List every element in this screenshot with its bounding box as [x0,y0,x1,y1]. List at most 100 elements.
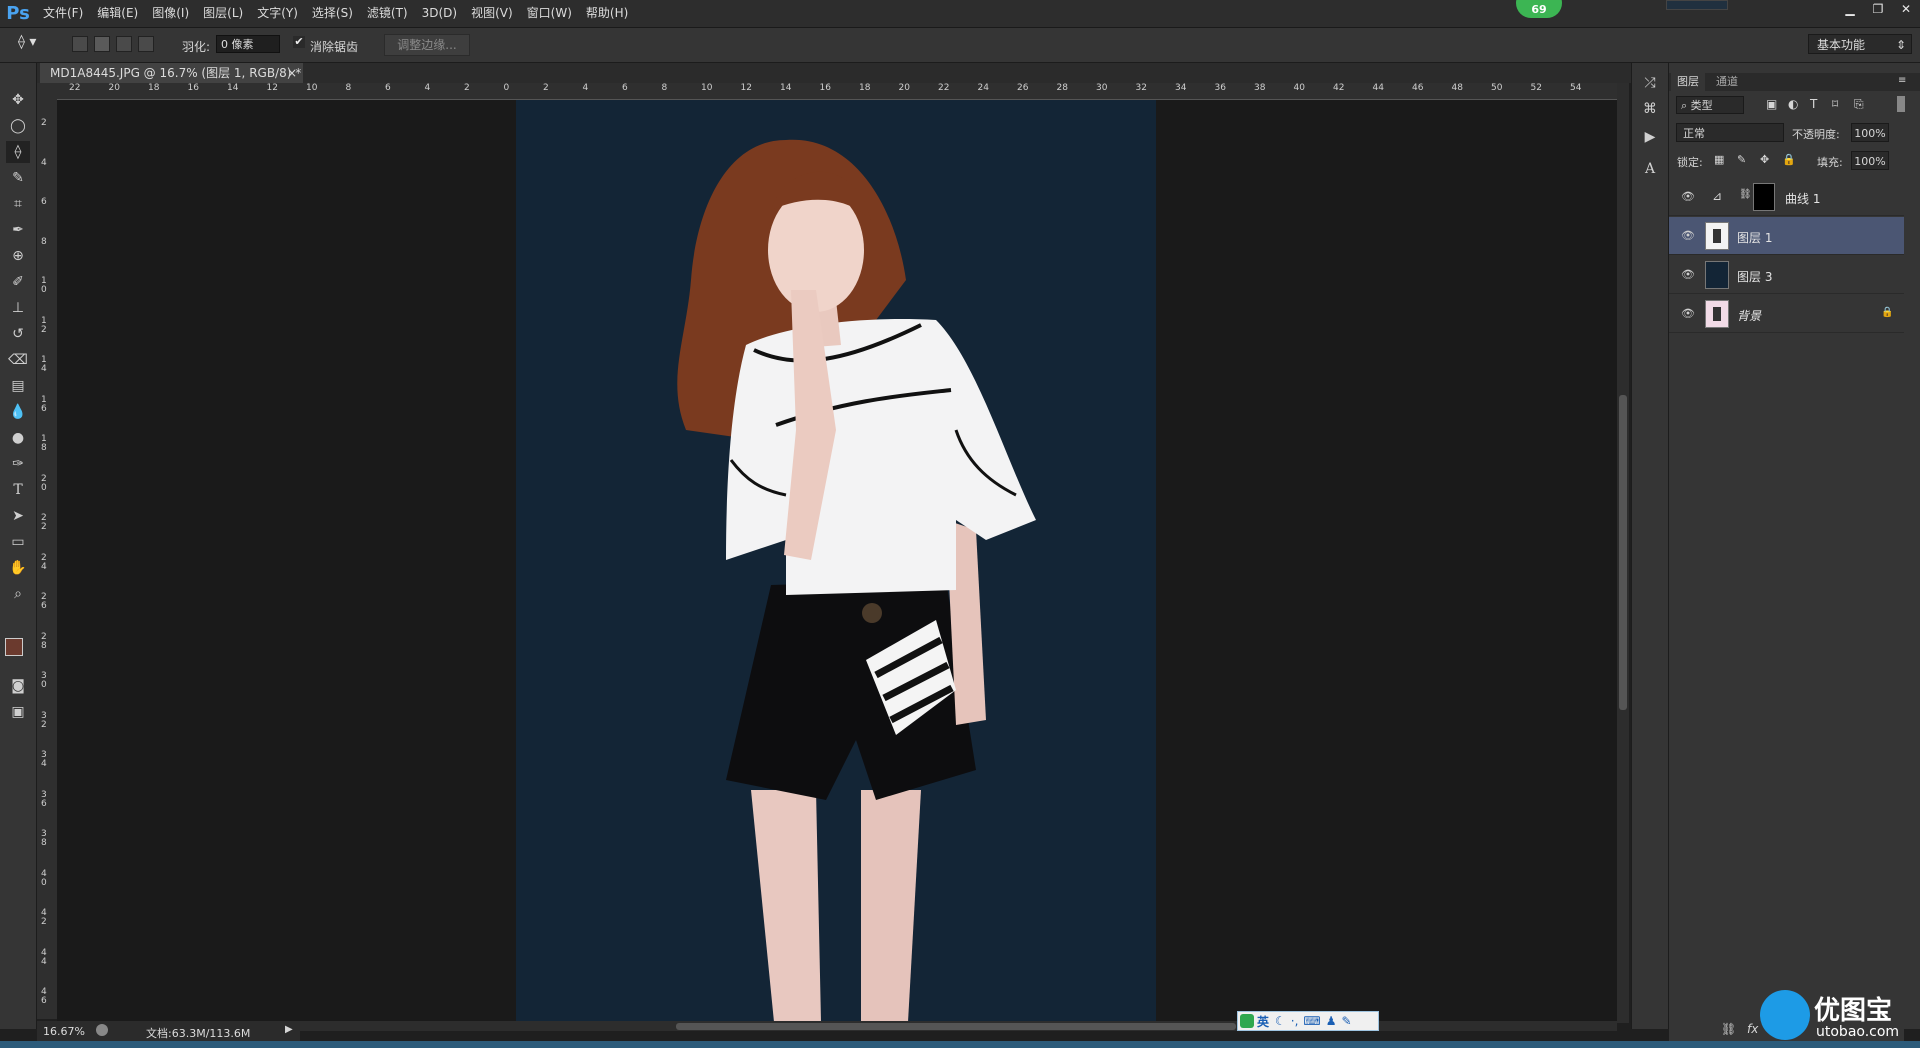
menu-view[interactable]: 视图(V) [464,0,520,27]
filter-shape-icon[interactable]: ⌑ [1832,97,1838,111]
lock-all-icon[interactable]: 🔒 [1782,153,1796,166]
ime-tools-icon[interactable]: ✎ [1342,1014,1352,1028]
layer-name[interactable]: 背景 [1737,307,1761,324]
brush-tool-icon[interactable]: ✐ [6,271,30,293]
type-tool-icon[interactable]: T [6,479,30,501]
history-brush-icon[interactable]: ↺ [6,323,30,345]
filter-adjustment-icon[interactable]: ◐ [1788,97,1798,111]
lasso-tool-icon[interactable]: ⟠ [6,141,30,163]
filter-smart-icon[interactable]: ⎘ [1854,97,1864,112]
quick-mask-icon[interactable]: ◙ [6,675,30,697]
visibility-eye-icon[interactable]: 👁 [1681,307,1695,321]
close-icon[interactable]: ✕ [1892,0,1920,18]
visibility-eye-icon[interactable]: 👁 [1681,229,1695,243]
gradient-tool-icon[interactable]: ▤ [6,375,30,397]
ime-punct-icon[interactable]: ·, [1291,1014,1299,1028]
zoom-tool-icon[interactable]: ⌕ [6,583,30,605]
minimize-icon[interactable]: ▁ [1836,0,1864,18]
antialias-checkbox[interactable]: ✔ [293,36,305,48]
blur-tool-icon[interactable]: 💧 [6,401,30,423]
ime-moon-icon[interactable]: ☾ [1275,1014,1286,1028]
notification-badge[interactable]: 69 [1516,0,1562,18]
menu-image[interactable]: 图像(I) [145,0,196,27]
link-layers-icon[interactable]: ⛓ [1721,1022,1736,1036]
document-tab[interactable]: MD1A8445.JPG @ 16.7% (图层 1, RGB/8) * × [40,63,303,83]
properties-panel-icon[interactable]: ⌘ [1640,99,1660,119]
shape-tool-icon[interactable]: ▭ [6,531,30,553]
horizontal-scroll-thumb[interactable] [676,1023,1236,1030]
menu-layer[interactable]: 图层(L) [196,0,250,27]
feather-input[interactable]: 0 像素 [216,35,280,53]
workspace-select[interactable]: 基本功能 ⇕ [1808,34,1912,54]
move-tool-icon[interactable]: ✥ [6,89,30,111]
subtract-selection-icon[interactable] [116,36,132,52]
tab-close-icon[interactable]: × [287,63,297,83]
marquee-tool-icon[interactable]: ◯ [6,115,30,137]
layer-row-layer3[interactable]: 👁 图层 3 [1669,256,1904,294]
history-panel-icon[interactable]: ⤮ [1640,73,1660,93]
layer-name[interactable]: 曲线 1 [1785,190,1820,207]
ime-user-icon[interactable]: ♟ [1326,1014,1337,1028]
menu-help[interactable]: 帮助(H) [579,0,635,27]
layer-filter-kind-select[interactable]: ⌕ 类型 [1676,96,1744,114]
intersect-selection-icon[interactable] [138,36,154,52]
ime-keyboard-icon[interactable]: ⌨ [1303,1014,1320,1028]
menu-3d[interactable]: 3D(D) [415,0,464,27]
opacity-input[interactable]: 100% [1851,123,1889,142]
lock-pixels-icon[interactable]: ✎ [1737,153,1746,166]
stamp-tool-icon[interactable]: ⊥ [6,297,30,319]
ime-toolbar[interactable]: 英 ☾ ·, ⌨ ♟ ✎ [1237,1011,1379,1031]
foreground-color-swatch[interactable] [5,638,23,656]
quick-select-icon[interactable]: ✎ [6,167,30,189]
layer-name[interactable]: 图层 1 [1737,229,1772,246]
add-selection-icon[interactable] [94,36,110,52]
status-menu-arrow-icon[interactable]: ▶ [285,1024,293,1035]
restore-icon[interactable]: ❐ [1864,0,1892,18]
filter-type-icon[interactable]: T [1810,97,1817,111]
tab-channels[interactable]: 通道 [1710,73,1744,91]
status-info-icon[interactable] [96,1024,108,1036]
polygonal-lasso-icon[interactable]: ⟠ ▾ [18,34,46,54]
visibility-eye-icon[interactable]: 👁 [1681,190,1695,204]
layer-name[interactable]: 图层 3 [1737,268,1772,285]
layer-style-fx-icon[interactable]: fx [1747,1022,1758,1036]
menu-file[interactable]: 文件(F) [36,0,90,27]
layer-row-background[interactable]: 👁 背景 🔒 [1669,295,1904,333]
zoom-level[interactable]: 16.67% [43,1025,85,1038]
fill-input[interactable]: 100% [1851,151,1889,170]
vertical-scroll-thumb[interactable] [1619,395,1627,710]
menu-select[interactable]: 选择(S) [305,0,360,27]
menu-type[interactable]: 文字(Y) [250,0,305,27]
lock-position-icon[interactable]: ✥ [1760,153,1769,166]
screen-mode-icon[interactable]: ▣ [6,701,30,723]
new-selection-icon[interactable] [72,36,88,52]
eraser-tool-icon[interactable]: ⌫ [6,349,30,371]
actions-play-icon[interactable]: ▶ [1640,127,1660,147]
path-select-icon[interactable]: ➤ [6,505,30,527]
menu-edit[interactable]: 编辑(E) [90,0,145,27]
windows-taskbar[interactable] [0,1041,1920,1048]
blend-mode-select[interactable]: 正常 [1676,123,1784,142]
layer-row-layer1[interactable]: 👁 图层 1 [1669,217,1904,255]
dodge-tool-icon[interactable]: ● [6,427,30,449]
crop-tool-icon[interactable]: ⌗ [6,193,30,215]
eyedropper-icon[interactable]: ✒ [6,219,30,241]
chain-link-icon[interactable]: ⛓ [1739,189,1752,200]
healing-brush-icon[interactable]: ⊕ [6,245,30,267]
visibility-eye-icon[interactable]: 👁 [1681,268,1695,282]
menu-window[interactable]: 窗口(W) [520,0,579,27]
panel-menu-icon[interactable]: ≡ [1898,75,1906,86]
layer-mask-thumbnail[interactable] [1753,183,1775,211]
ime-language[interactable]: 英 [1257,1013,1269,1030]
filter-toggle-icon[interactable] [1897,96,1905,112]
tab-layers[interactable]: 图层 [1671,73,1705,91]
refine-edge-button[interactable]: 调整边缘... [384,34,470,56]
lock-transparent-icon[interactable]: ▦ [1714,153,1724,166]
pen-tool-icon[interactable]: ✑ [6,453,30,475]
document-canvas[interactable] [516,100,1156,1022]
character-panel-icon[interactable]: A [1640,159,1660,179]
layer-row-curves[interactable]: 👁 ⊿ ⛓ 曲线 1 [1669,178,1904,216]
filter-pixel-icon[interactable]: ▣ [1766,97,1777,111]
hand-tool-icon[interactable]: ✋ [6,557,30,579]
menu-filter[interactable]: 滤镜(T) [360,0,415,27]
